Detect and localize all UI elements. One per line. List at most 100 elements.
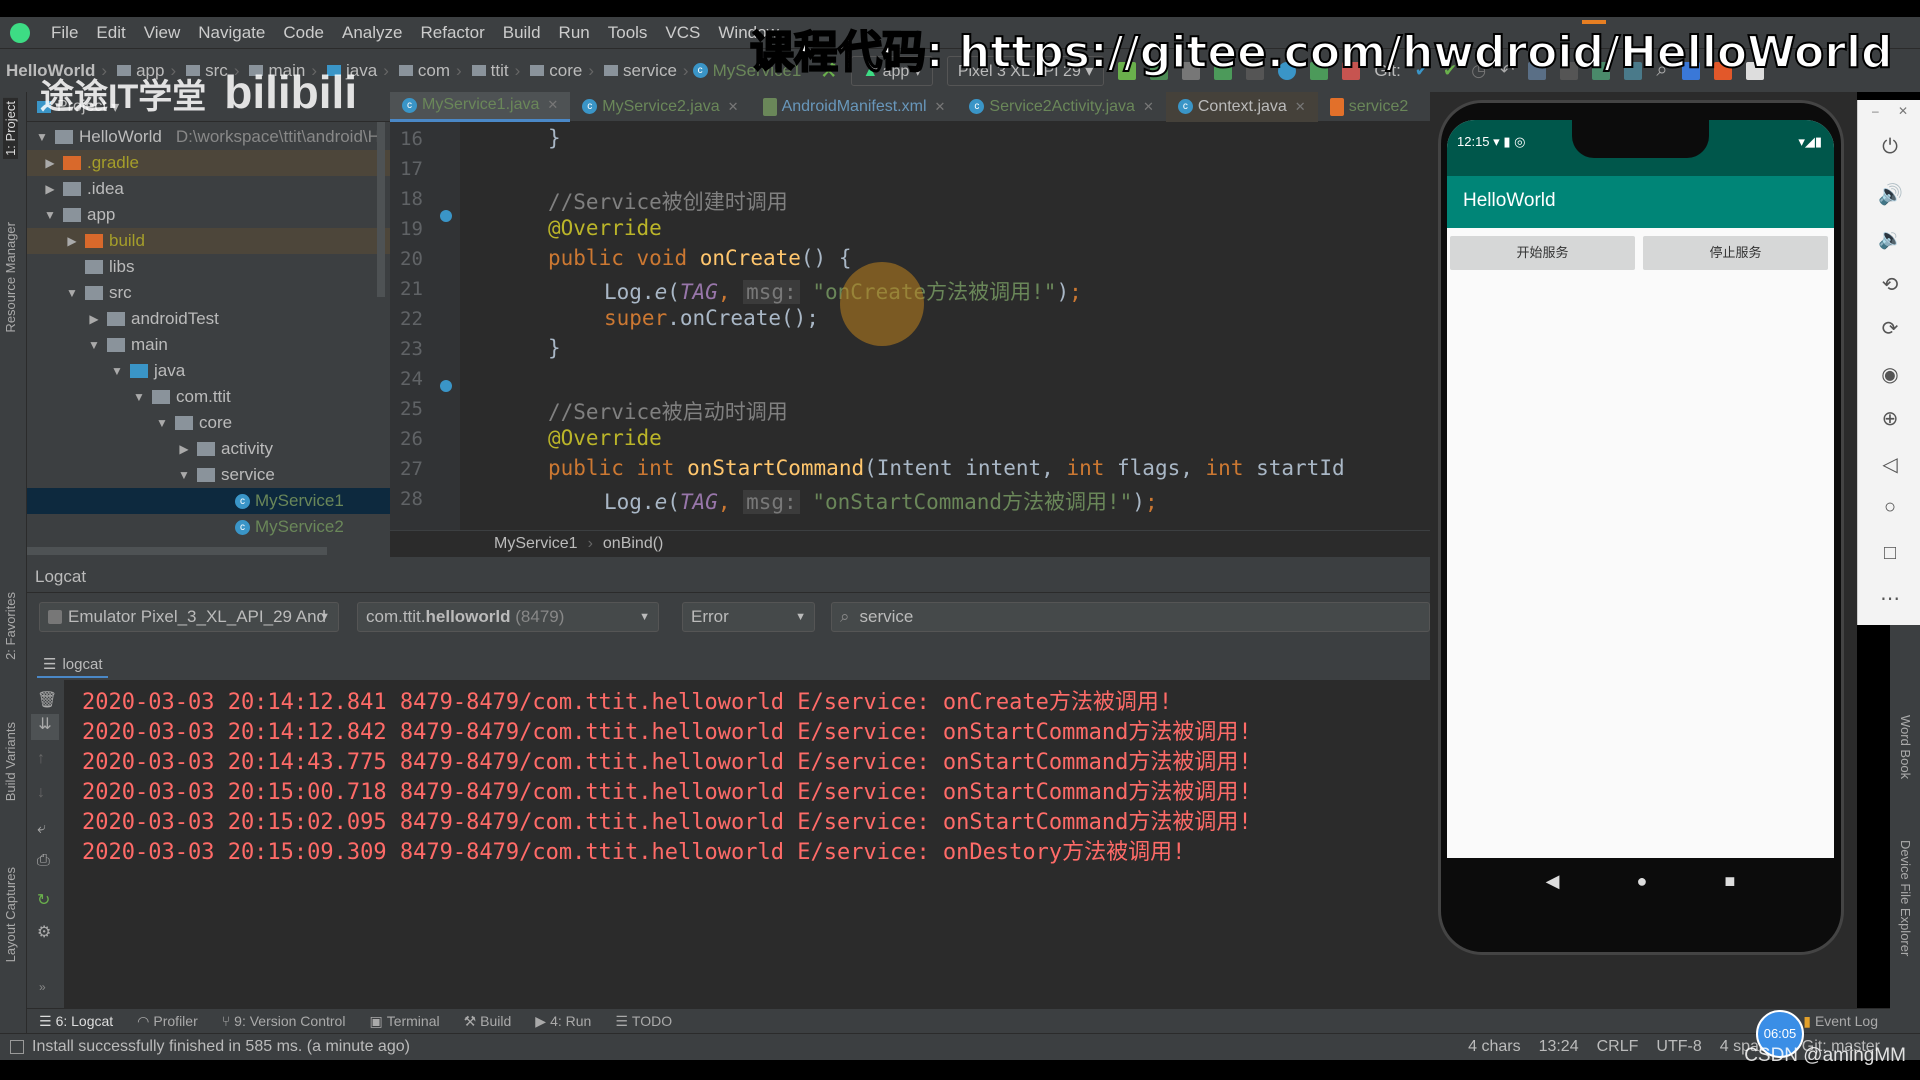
menu-refactor[interactable]: Refactor	[411, 23, 493, 43]
status-toggle-icon[interactable]	[10, 1040, 24, 1054]
overview-icon[interactable]: □	[1878, 542, 1902, 566]
scroll-to-end-icon[interactable]: ⇊	[31, 714, 59, 740]
home-icon[interactable]: ●	[1637, 871, 1648, 892]
tab-service2-layout[interactable]: service2	[1318, 92, 1421, 122]
bottom-tab-version-control[interactable]: ⑂ 9: Version Control	[210, 1013, 358, 1029]
tree-item-androidtest[interactable]: ▶ androidTest	[27, 306, 390, 332]
editor-crumb-class[interactable]: MyService1	[494, 535, 578, 553]
tab-myservice2[interactable]: c MyService2.java ✕	[570, 92, 750, 122]
settings-icon[interactable]: ⚙	[37, 922, 51, 942]
stop-service-button[interactable]: 停止服务	[1643, 236, 1828, 270]
close-icon[interactable]: ✕	[547, 97, 558, 113]
rotate-right-icon[interactable]: ⟳	[1878, 316, 1902, 340]
tree-item-com-ttit[interactable]: ▼ com.ttit	[27, 384, 390, 410]
tree-item-core[interactable]: ▼ core	[27, 410, 390, 436]
tree-item-myservice1[interactable]: c MyService1	[27, 488, 390, 514]
camera-icon[interactable]: ◉	[1878, 362, 1902, 386]
rotate-left-icon[interactable]: ⟲	[1878, 272, 1902, 296]
close-icon[interactable]: ✕	[1898, 104, 1908, 118]
recents-icon[interactable]: ■	[1725, 871, 1736, 892]
more-icon[interactable]: »	[39, 980, 46, 994]
back-icon[interactable]: ◀	[1546, 871, 1560, 892]
start-service-button[interactable]: 开始服务	[1450, 236, 1635, 270]
up-icon[interactable]: ↑	[37, 750, 45, 768]
side-tab-device-file-explorer[interactable]: Device File Explorer	[1898, 840, 1913, 956]
caret-position[interactable]: 13:24	[1539, 1038, 1579, 1056]
crumb-service[interactable]: service ›	[598, 61, 689, 81]
crumb-com[interactable]: com ›	[393, 61, 462, 81]
restart-icon[interactable]: ↻	[37, 890, 50, 910]
log-line[interactable]: 2020-03-03 20:15:09.309 8479-8479/com.tt…	[82, 834, 1185, 866]
tab-myservice1[interactable]: c MyService1.java ✕	[390, 91, 571, 122]
tab-service2activity[interactable]: c Service2Activity.java ✕	[957, 92, 1165, 122]
volume-up-icon[interactable]: 🔊	[1878, 182, 1903, 206]
emulator-screen[interactable]: 12:15 ▾ ▮ ◎ ▾◢▮ HelloWorld 开始服务 停止服务	[1447, 120, 1834, 858]
more-icon[interactable]: ⋯	[1878, 586, 1902, 610]
log-line[interactable]: 2020-03-03 20:14:12.841 8479-8479/com.tt…	[82, 684, 1172, 716]
bottom-tab-profiler[interactable]: ◠ Profiler	[125, 1013, 210, 1030]
side-tab-layout-captures[interactable]: Layout Captures	[3, 867, 18, 962]
tree-hscrollbar[interactable]	[27, 547, 327, 555]
back-icon[interactable]: ◁	[1878, 452, 1902, 476]
tree-root[interactable]: ▼ HelloWorld D:\workspace\ttit\android\H	[27, 124, 390, 150]
tree-item-service[interactable]: ▼ service	[27, 462, 390, 488]
tree-scrollbar[interactable]	[377, 122, 385, 297]
log-line[interactable]: 2020-03-03 20:15:00.718 8479-8479/com.tt…	[82, 774, 1252, 806]
down-icon[interactable]: ↓	[37, 784, 45, 802]
log-line[interactable]: 2020-03-03 20:14:12.842 8479-8479/com.tt…	[82, 714, 1252, 746]
menu-analyze[interactable]: Analyze	[333, 23, 411, 43]
tab-android-manifest[interactable]: AndroidManifest.xml ✕	[751, 92, 958, 122]
menu-view[interactable]: View	[135, 23, 190, 43]
close-icon[interactable]: ✕	[1143, 99, 1154, 115]
override-marker-icon[interactable]	[440, 210, 452, 222]
menu-vcs[interactable]: VCS	[656, 23, 709, 43]
tab-context[interactable]: c Context.java ✕	[1165, 91, 1318, 122]
bottom-tab-terminal[interactable]: ▣ Terminal	[357, 1013, 451, 1030]
override-marker-icon[interactable]	[440, 380, 452, 392]
crumb-ttit[interactable]: ttit ›	[466, 61, 520, 81]
menu-build[interactable]: Build	[494, 23, 550, 43]
process-dropdown[interactable]: com.ttit. helloworld (8479) ▼	[357, 602, 659, 632]
home-icon[interactable]: ○	[1878, 496, 1902, 520]
side-tab-resource-manager[interactable]: Resource Manager	[3, 222, 18, 333]
side-tab-favorites[interactable]: 2: Favorites	[3, 592, 18, 660]
tree-item-myservice2[interactable]: c MyService2	[27, 514, 390, 540]
menu-run[interactable]: Run	[550, 23, 599, 43]
log-line[interactable]: 2020-03-03 20:14:43.775 8479-8479/com.tt…	[82, 744, 1252, 776]
tree-item-libs[interactable]: libs	[27, 254, 390, 280]
bottom-tab-logcat[interactable]: ☰ 6: Logcat	[27, 1013, 125, 1030]
side-tab-project[interactable]: 1: Project	[3, 98, 18, 159]
tree-item-idea[interactable]: ▶ .idea	[27, 176, 390, 202]
side-tab-word-book[interactable]: Word Book	[1898, 715, 1913, 779]
file-encoding[interactable]: UTF-8	[1656, 1038, 1701, 1056]
logcat-search-input[interactable]: ⌕ service	[831, 602, 1430, 632]
power-icon[interactable]: ⏻	[1878, 136, 1902, 160]
tree-item-main[interactable]: ▼ main	[27, 332, 390, 358]
close-icon[interactable]: ✕	[935, 99, 946, 115]
minimize-icon[interactable]: –	[1872, 104, 1879, 118]
tree-item-app[interactable]: ▼ app	[27, 202, 390, 228]
logcat-tab[interactable]: ☰ logcat	[37, 652, 109, 678]
logcat-output[interactable]: 2020-03-03 20:14:12.841 8479-8479/com.tt…	[64, 680, 1430, 1008]
menu-edit[interactable]: Edit	[87, 23, 134, 43]
bottom-tab-todo[interactable]: ☰ TODO	[603, 1013, 684, 1030]
menu-code[interactable]: Code	[274, 23, 333, 43]
menu-file[interactable]: File	[42, 23, 87, 43]
bottom-tab-event-log[interactable]: ▮ Event Log	[1791, 1013, 1890, 1030]
bottom-tab-build[interactable]: ⚒ Build	[452, 1013, 524, 1030]
device-dropdown[interactable]: Emulator Pixel_3_XL_API_29 And ▼	[39, 602, 339, 632]
tree-item-src[interactable]: ▼ src	[27, 280, 390, 306]
soft-wrap-icon[interactable]: ⤶	[37, 820, 46, 838]
tree-item-java[interactable]: ▼ java	[27, 358, 390, 384]
print-icon[interactable]: ⎙	[37, 852, 50, 870]
clear-logcat-icon[interactable]: 🗑	[37, 690, 57, 710]
bottom-tab-run[interactable]: ▶ 4: Run	[523, 1013, 603, 1030]
log-level-dropdown[interactable]: Error ▼	[682, 602, 815, 632]
side-tab-build-variants[interactable]: Build Variants	[3, 722, 18, 801]
tree-item-activity[interactable]: ▶ activity	[27, 436, 390, 462]
line-separator[interactable]: CRLF	[1597, 1038, 1639, 1056]
zoom-icon[interactable]: ⊕	[1878, 406, 1902, 430]
tree-item-build[interactable]: ▶ build	[27, 228, 390, 254]
close-icon[interactable]: ✕	[1295, 99, 1306, 115]
close-icon[interactable]: ✕	[728, 99, 739, 115]
